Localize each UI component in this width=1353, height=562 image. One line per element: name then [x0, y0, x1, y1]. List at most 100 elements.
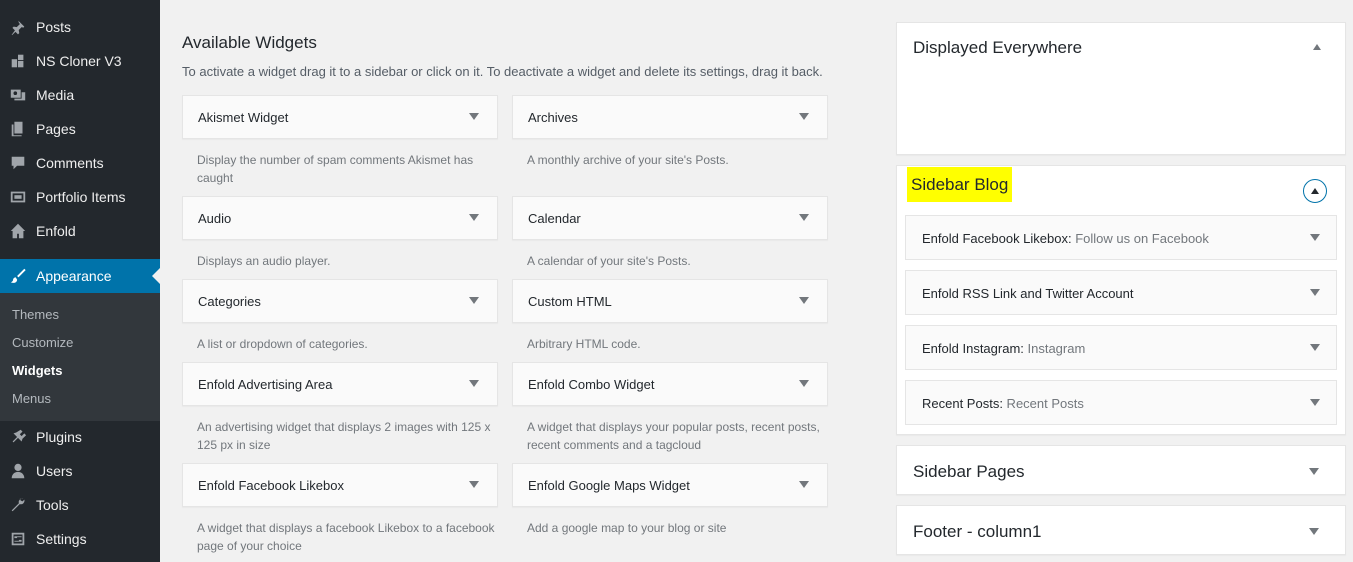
cloner-icon [0, 44, 36, 78]
menu-item-label: Plugins [36, 429, 82, 445]
chevron-down-icon[interactable] [469, 214, 479, 221]
widget-calendar[interactable]: Calendar [512, 196, 828, 240]
sidebar-widget-recent-posts[interactable]: Recent Posts: Recent Posts [905, 380, 1337, 425]
wrench-icon [0, 488, 36, 522]
widget-name: Recent Posts: [922, 396, 1003, 411]
chevron-down-icon[interactable] [1310, 399, 1320, 406]
menu-item-label: Appearance [36, 268, 112, 284]
menu-item-plugins[interactable]: Plugins [0, 420, 160, 454]
widget-title: Calendar [528, 211, 581, 226]
widget-name: Enfold Facebook Likebox: [922, 231, 1072, 246]
widget-enfold-google-maps[interactable]: Enfold Google Maps Widget [512, 463, 828, 507]
sidebar-widget-rss-twitter[interactable]: Enfold RSS Link and Twitter Account [905, 270, 1337, 315]
sidebar-widget-facebook-likebox[interactable]: Enfold Facebook Likebox: Follow us on Fa… [905, 215, 1337, 260]
widget-title: Akismet Widget [198, 110, 289, 125]
home-icon [0, 214, 36, 248]
sidebar-area-footer-column1[interactable]: Footer - column1 [896, 505, 1346, 555]
widget-instance-title: Instagram [1023, 341, 1086, 356]
widget-instance-title: Follow us on Facebook [1071, 231, 1209, 246]
chevron-down-icon[interactable] [1309, 468, 1319, 475]
menu-item-posts[interactable]: Posts [0, 10, 160, 44]
widget-description: A list or dropdown of categories. [197, 337, 368, 351]
sidebar-area-displayed-everywhere: Displayed Everywhere [896, 22, 1346, 155]
menu-item-media[interactable]: Media [0, 78, 160, 112]
menu-item-label: Posts [36, 19, 72, 35]
menu-item-portfolio[interactable]: Portfolio Items [0, 180, 160, 214]
widget-description: A calendar of your site's Posts. [527, 254, 691, 268]
widget-enfold-facebook-likebox[interactable]: Enfold Facebook Likebox [182, 463, 498, 507]
chevron-down-icon[interactable] [799, 113, 809, 120]
sidebar-widget-title: Enfold Instagram: Instagram [922, 341, 1085, 356]
chevron-down-icon[interactable] [799, 481, 809, 488]
widget-archives[interactable]: Archives [512, 95, 828, 139]
collapse-circle-icon[interactable] [1303, 179, 1327, 203]
menu-item-tools[interactable]: Tools [0, 488, 160, 522]
widget-title: Enfold Google Maps Widget [528, 478, 690, 493]
sidebar-area-title: Footer - column1 [913, 522, 1042, 541]
menu-item-settings[interactable]: Settings [0, 522, 160, 556]
menu-item-appearance[interactable]: Appearance [0, 259, 160, 293]
chevron-down-icon[interactable] [799, 380, 809, 387]
media-icon [0, 78, 36, 112]
available-widgets-title: Available Widgets [182, 33, 317, 52]
submenu-themes[interactable]: Themes [12, 307, 59, 322]
chevron-down-icon[interactable] [469, 113, 479, 120]
sidebar-area-title[interactable]: Displayed Everywhere [913, 38, 1082, 58]
submenu-widgets[interactable]: Widgets [12, 363, 62, 378]
pages-icon [0, 112, 36, 146]
sidebar-widget-instagram[interactable]: Enfold Instagram: Instagram [905, 325, 1337, 370]
brush-icon [0, 259, 36, 293]
chevron-down-icon[interactable] [1310, 289, 1320, 296]
menu-item-pages[interactable]: Pages [0, 112, 160, 146]
submenu-menus[interactable]: Menus [12, 391, 51, 406]
widget-akismet[interactable]: Akismet Widget [182, 95, 498, 139]
pin-icon [0, 10, 36, 44]
widget-categories[interactable]: Categories [182, 279, 498, 323]
widget-title: Categories [198, 294, 261, 309]
menu-item-label: Comments [36, 155, 104, 171]
settings-icon [0, 522, 36, 556]
menu-item-ns-cloner[interactable]: NS Cloner V3 [0, 44, 160, 78]
widget-title: Enfold Advertising Area [198, 377, 333, 392]
submenu-customize[interactable]: Customize [12, 335, 73, 350]
widget-title: Custom HTML [528, 294, 612, 309]
menu-item-label: NS Cloner V3 [36, 53, 122, 69]
appearance-submenu: Themes Customize Widgets Menus [0, 293, 160, 421]
chevron-down-icon[interactable] [799, 297, 809, 304]
chevron-down-icon[interactable] [469, 297, 479, 304]
widget-custom-html[interactable]: Custom HTML [512, 279, 828, 323]
chevron-down-icon[interactable] [1310, 234, 1320, 241]
widget-title: Archives [528, 110, 578, 125]
menu-item-label: Pages [36, 121, 76, 137]
sidebar-widget-title: Enfold Facebook Likebox: Follow us on Fa… [922, 231, 1209, 246]
chevron-down-icon[interactable] [799, 214, 809, 221]
widget-description: Displays an audio player. [197, 254, 331, 268]
highlighted-title: Sidebar Blog [907, 167, 1013, 202]
menu-item-enfold[interactable]: Enfold [0, 214, 160, 248]
widget-name: Enfold Instagram: [922, 341, 1024, 356]
widget-description: A widget that displays a facebook Likebo… [197, 521, 495, 553]
sidebar-area-title: Sidebar Pages [913, 462, 1025, 481]
menu-item-comments[interactable]: Comments [0, 146, 160, 180]
sidebar-area-sidebar-pages[interactable]: Sidebar Pages [896, 445, 1346, 495]
admin-menu: Posts NS Cloner V3 Media Pages Comments … [0, 0, 160, 562]
menu-item-users[interactable]: Users [0, 454, 160, 488]
widget-description: An advertising widget that displays 2 im… [197, 420, 491, 452]
sidebar-widget-title: Recent Posts: Recent Posts [922, 396, 1084, 411]
widget-audio[interactable]: Audio [182, 196, 498, 240]
menu-item-label: Settings [36, 531, 87, 547]
widget-enfold-combo[interactable]: Enfold Combo Widget [512, 362, 828, 406]
widget-description: A widget that displays your popular post… [527, 420, 820, 452]
widget-title: Enfold Facebook Likebox [198, 478, 344, 493]
chevron-up-icon[interactable] [1313, 44, 1321, 50]
chevron-down-icon[interactable] [1310, 344, 1320, 351]
widget-description: Display the number of spam comments Akis… [197, 153, 474, 185]
chevron-down-icon[interactable] [1309, 528, 1319, 535]
sidebar-area-title[interactable]: Sidebar Blog [907, 167, 1013, 202]
widget-enfold-advertising[interactable]: Enfold Advertising Area [182, 362, 498, 406]
widget-name: Enfold RSS Link and Twitter Account [922, 286, 1134, 301]
widget-title: Enfold Combo Widget [528, 377, 655, 392]
portfolio-icon [0, 180, 36, 214]
chevron-down-icon[interactable] [469, 481, 479, 488]
chevron-down-icon[interactable] [469, 380, 479, 387]
